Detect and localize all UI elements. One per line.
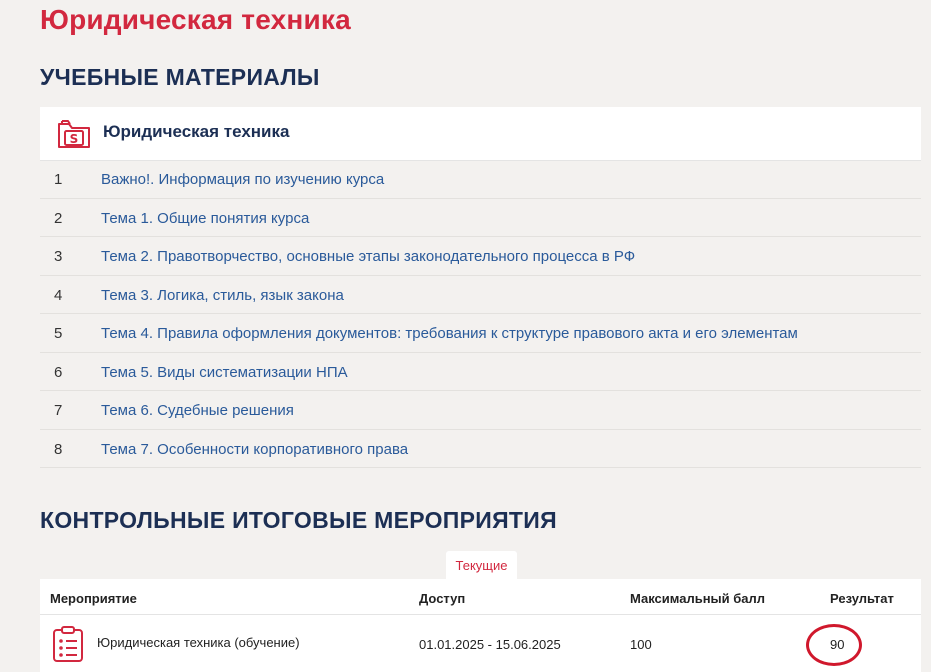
list-item[interactable]: 3 Тема 2. Правотворчество, основные этап… [40,237,921,276]
event-max-score: 100 [630,637,652,652]
lesson-number: 7 [54,402,63,419]
clipboard-list-icon [53,626,83,662]
lesson-link[interactable]: Тема 2. Правотворчество, основные этапы … [101,248,635,265]
table-row[interactable]: Юридическая техника (обучение) 01.01.202… [40,615,921,672]
course-name: Юридическая техника [103,122,290,141]
event-name-link[interactable]: Юридическая техника (обучение) [97,635,300,650]
lesson-number: 3 [54,248,63,265]
lesson-link[interactable]: Тема 1. Общие понятия курса [101,210,309,227]
lesson-number: 4 [54,286,63,304]
course-card[interactable]: S Юридическая техника [40,107,921,161]
list-item[interactable]: 1 Важно!. Информация по изучению курса [40,160,921,199]
lesson-link[interactable]: Тема 5. Виды систематизации НПА [101,364,348,381]
list-item[interactable]: 4 Тема 3. Логика, стиль, язык закона [40,276,921,314]
lesson-link[interactable]: Важно!. Информация по изучению курса [101,171,384,188]
lesson-link[interactable]: Тема 6. Судебные решения [101,402,294,419]
lesson-list: 1 Важно!. Информация по изучению курса 2… [40,160,921,468]
list-item[interactable]: 5 Тема 4. Правила оформления документов:… [40,314,921,353]
lesson-number: 8 [54,440,63,458]
page-title: Юридическая техника [40,4,351,35]
list-item[interactable]: 6 Тема 5. Виды систематизации НПА [40,353,921,391]
tab-current[interactable]: Текущие [446,551,517,580]
list-item[interactable]: 7 Тема 6. Судебные решения [40,391,921,430]
list-item[interactable]: 8 Тема 7. Особенности корпоративного пра… [40,430,921,468]
lesson-number: 6 [54,363,63,381]
column-header-event[interactable]: Мероприятие [50,591,137,606]
list-item[interactable]: 2 Тема 1. Общие понятия курса [40,199,921,237]
lesson-link[interactable]: Тема 4. Правила оформления документов: т… [101,325,798,342]
lesson-link[interactable]: Тема 3. Логика, стиль, язык закона [101,287,344,304]
event-result: 90 [830,637,845,652]
lesson-number: 1 [54,171,63,188]
event-access-dates: 01.01.2025 - 15.06.2025 [419,637,561,652]
lesson-link[interactable]: Тема 7. Особенности корпоративного права [101,441,408,458]
events-section-title: КОНТРОЛЬНЫЕ ИТОГОВЫЕ МЕРОПРИЯТИЯ [40,507,557,533]
table-header: Мероприятие Доступ Максимальный балл Рез… [40,579,921,615]
folder-s-icon: S [58,120,90,148]
column-header-result[interactable]: Результат [830,591,894,606]
lesson-number: 2 [54,209,63,227]
lesson-number: 5 [54,325,63,342]
column-header-max-score[interactable]: Максимальный балл [630,591,765,606]
materials-section-title: УЧЕБНЫЕ МАТЕРИАЛЫ [40,64,320,90]
column-header-access[interactable]: Доступ [419,591,465,606]
svg-text:S: S [70,132,79,146]
events-table: Мероприятие Доступ Максимальный балл Рез… [40,579,921,672]
